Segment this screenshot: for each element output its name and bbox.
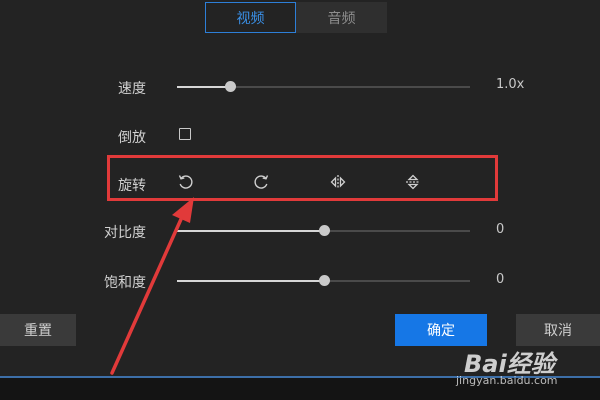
saturation-slider[interactable] (177, 275, 470, 286)
confirm-button[interactable]: 确定 (395, 314, 487, 346)
speed-label: 速度 (118, 81, 146, 97)
reverse-label: 倒放 (118, 130, 146, 146)
speed-slider-knob[interactable] (224, 81, 236, 92)
tab-video[interactable]: 视频 (205, 2, 296, 33)
contrast-slider[interactable] (177, 225, 470, 236)
reset-button[interactable]: 重置 (0, 314, 76, 346)
speed-slider-fill (177, 86, 230, 88)
speed-value: 1.0x (496, 77, 525, 92)
reverse-checkbox[interactable] (179, 128, 191, 140)
annotation-arrow (110, 197, 194, 375)
watermark-url: jingyan.baidu.com (456, 374, 558, 387)
baidu-jingyan-watermark: Bai经验 jingyan.baidu.com (446, 344, 596, 394)
speed-slider[interactable] (177, 81, 470, 92)
saturation-slider-knob[interactable] (318, 275, 330, 286)
contrast-slider-knob[interactable] (318, 225, 330, 236)
tab-audio[interactable]: 音频 (296, 2, 387, 33)
contrast-value: 0 (496, 222, 505, 237)
tab-bar: 视频 音频 (205, 2, 387, 33)
saturation-value: 0 (496, 272, 505, 287)
cancel-button[interactable]: 取消 (516, 314, 600, 346)
